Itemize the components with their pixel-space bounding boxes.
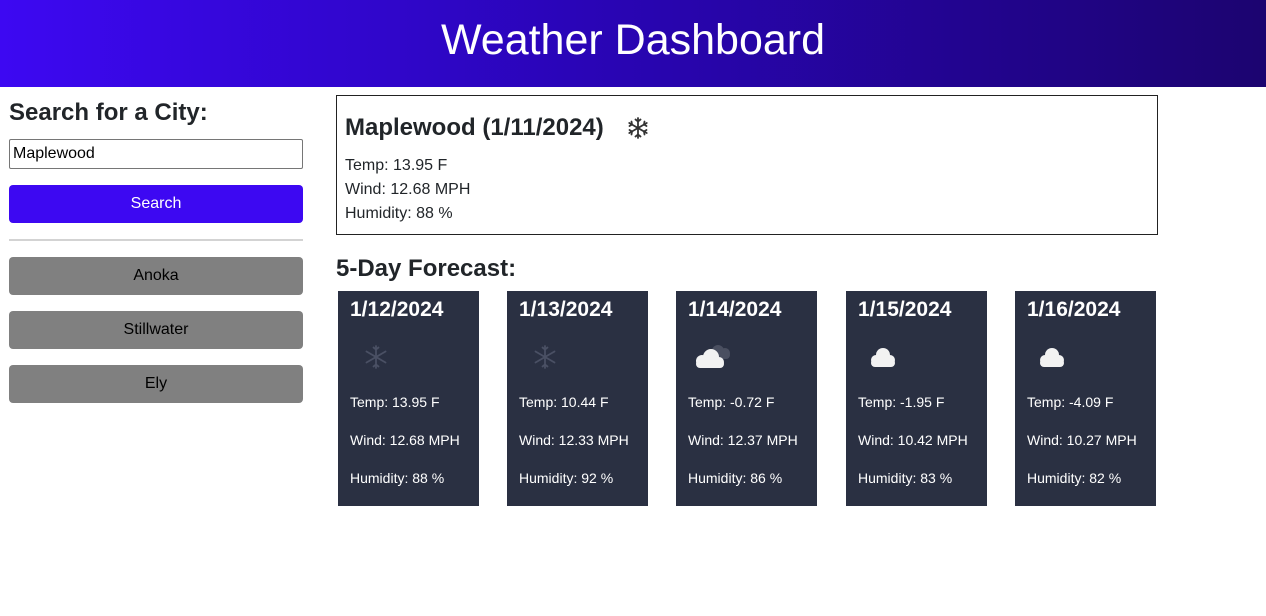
forecast-humidity: Humidity: 86 % — [688, 470, 783, 486]
search-sidebar: Search for a City: Search Anoka Stillwat… — [9, 96, 303, 403]
forecast-date: 1/12/2024 — [350, 298, 444, 321]
forecast-date: 1/14/2024 — [688, 298, 782, 321]
page-title: Weather Dashboard — [440, 16, 826, 64]
page-header: Weather Dashboard — [0, 0, 1266, 87]
current-temp: Temp: 13.95 F — [345, 157, 448, 174]
forecast-card: 1/16/2024 Temp: -4.09 F Wind: 10.27 MPH … — [1015, 291, 1156, 506]
forecast-humidity: Humidity: 88 % — [350, 470, 445, 486]
forecast-card: 1/14/2024 Temp: -0.72 F Wind: 12.37 MPH … — [676, 291, 817, 506]
forecast-humidity: Humidity: 92 % — [519, 470, 614, 486]
forecast-date: 1/13/2024 — [519, 298, 613, 321]
forecast-wind: Wind: 12.68 MPH — [350, 432, 460, 448]
forecast-title: 5-Day Forecast: — [336, 255, 517, 282]
snow-icon — [628, 117, 648, 139]
current-weather-header: Maplewood (1/11/2024) — [345, 112, 1149, 144]
forecast-card: 1/15/2024 Temp: -1.95 F Wind: 10.42 MPH … — [846, 291, 987, 506]
cloud-icon — [871, 348, 895, 367]
forecast-temp: Temp: -4.09 F — [1027, 394, 1114, 410]
current-humidity: Humidity: 88 % — [345, 205, 453, 222]
forecast-wind: Wind: 10.42 MPH — [858, 432, 968, 448]
forecast-temp: Temp: 13.95 F — [350, 394, 440, 410]
forecast-wind: Wind: 12.33 MPH — [519, 432, 629, 448]
city-search-input[interactable] — [9, 139, 303, 169]
sidebar-divider — [9, 239, 303, 241]
current-weather-panel: Maplewood (1/11/2024) Temp: 13.95 F Wind… — [336, 95, 1158, 235]
history-button-stillwater[interactable]: Stillwater — [9, 311, 303, 349]
forecast-humidity: Humidity: 82 % — [1027, 470, 1122, 486]
broken-clouds-icon — [696, 345, 730, 368]
cloud-icon — [1040, 348, 1064, 367]
search-button[interactable]: Search — [9, 185, 303, 223]
forecast-date: 1/15/2024 — [858, 298, 952, 321]
snow-icon — [365, 345, 387, 369]
snow-icon — [534, 345, 556, 369]
current-wind: Wind: 12.68 MPH — [345, 181, 471, 198]
forecast-date: 1/16/2024 — [1027, 298, 1121, 321]
forecast-humidity: Humidity: 83 % — [858, 470, 953, 486]
forecast-card: 1/12/2024 Temp: 13.95 F Wind: 12.68 MPH … — [338, 291, 479, 506]
search-history: Anoka Stillwater Ely — [9, 257, 303, 419]
forecast-temp: Temp: -1.95 F — [858, 394, 945, 410]
forecast-temp: Temp: -0.72 F — [688, 394, 775, 410]
forecast-temp: Temp: 10.44 F — [519, 394, 609, 410]
forecast-wind: Wind: 10.27 MPH — [1027, 432, 1137, 448]
forecast-wind: Wind: 12.37 MPH — [688, 432, 798, 448]
search-title: Search for a City: — [9, 99, 208, 126]
current-weather-stats: Temp: 13.95 F Wind: 12.68 MPH Humidity: … — [345, 154, 1149, 226]
history-button-ely[interactable]: Ely — [9, 365, 303, 403]
history-button-anoka[interactable]: Anoka — [9, 257, 303, 295]
current-city-date: Maplewood (1/11/2024) — [345, 114, 604, 141]
forecast-card: 1/13/2024 Temp: 10.44 F Wind: 12.33 MPH … — [507, 291, 648, 506]
